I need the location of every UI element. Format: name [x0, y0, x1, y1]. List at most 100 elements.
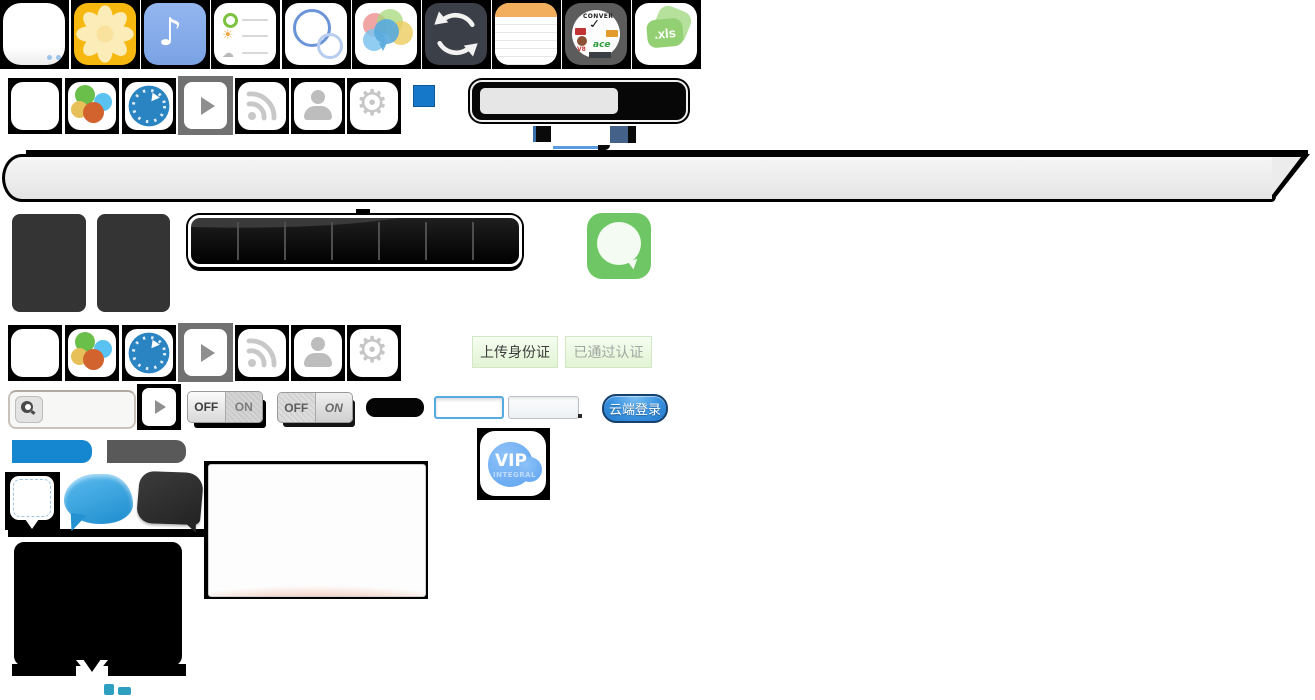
icon-slot: CONVER ✓ V8 ace: [562, 0, 631, 69]
icon-slot: ⚙: [347, 78, 401, 134]
brand-v8-text: V8: [577, 47, 586, 53]
fragment-black-edge: [628, 126, 636, 143]
cloud-login-label: 云端登录: [609, 399, 661, 418]
icon-slot: [8, 78, 62, 134]
toggle-on-label: ON: [315, 393, 353, 422]
keyboard-bar[interactable]: [188, 215, 522, 267]
notepad-icon[interactable]: [495, 3, 557, 65]
chat-bubbles-icon[interactable]: [355, 3, 417, 65]
text-input[interactable]: [508, 396, 579, 419]
icon-slot: [178, 323, 233, 382]
flower-icon: [74, 3, 136, 65]
globe-icon: [125, 82, 173, 130]
fragment-blue-line: [553, 146, 598, 149]
brand-collage-icon[interactable]: CONVER ✓ V8 ace: [565, 3, 627, 65]
blank-squircle-icon[interactable]: [11, 329, 59, 377]
play-small-button[interactable]: [142, 388, 176, 426]
popup-frame: [204, 461, 428, 599]
note-glyph: ♪: [158, 13, 182, 51]
icon-slot: [178, 76, 233, 135]
icon-slot: [122, 325, 176, 381]
play-triangle: [201, 344, 215, 362]
dot: [47, 55, 52, 60]
rss-icon[interactable]: [238, 329, 286, 377]
blue-swatch: [413, 85, 435, 107]
vip-badge-icon[interactable]: VIP INTEGRAL: [480, 431, 546, 496]
orange-ball: [83, 349, 104, 370]
blue-tag[interactable]: [12, 440, 92, 463]
verified-label: 已通过认证: [574, 342, 644, 362]
icon-slot: ⚙: [347, 325, 401, 381]
globe-ticks-icon[interactable]: [125, 329, 173, 377]
messages-green-icon[interactable]: [587, 213, 651, 279]
white-speech-bubble: [10, 476, 54, 520]
rss-glyph: [238, 329, 286, 377]
blank-squircle-icon[interactable]: [11, 82, 59, 130]
reminders-list-icon[interactable]: ☀ ☁: [214, 3, 276, 65]
sync-arrows-icon[interactable]: [425, 3, 487, 65]
search-field[interactable]: [8, 390, 136, 429]
popup-card: [208, 464, 426, 597]
icon-slot: [235, 78, 289, 134]
small-circle: [317, 33, 343, 59]
fragment-dot: [578, 414, 582, 418]
icon-slot: ♪: [141, 0, 210, 69]
dark-search-bar: [470, 80, 688, 122]
magnifier-handle: [31, 410, 36, 415]
divider: [425, 222, 427, 260]
cloud-login-button[interactable]: 云端登录: [602, 394, 668, 423]
photos-flower-icon[interactable]: [74, 3, 136, 65]
brand-chip-orange: [606, 30, 618, 37]
gear-icon[interactable]: ⚙: [350, 82, 398, 130]
toggle-switch-on[interactable]: OFF ON: [277, 392, 353, 423]
icon-slot: [235, 325, 289, 381]
divider: [378, 222, 380, 260]
ribbon-fold-inner: [1272, 157, 1301, 195]
vip-title: VIP: [495, 453, 527, 470]
text-input-focused[interactable]: [434, 396, 504, 419]
gear-icon[interactable]: ⚙: [350, 329, 398, 377]
icon-slot: [122, 78, 176, 134]
toggle-switch-off[interactable]: OFF ON: [187, 391, 263, 423]
divider: [472, 222, 474, 260]
refresh-icon: [425, 3, 487, 65]
gear-glyph: ⚙: [356, 86, 388, 122]
brand-monkey: [577, 36, 587, 46]
music-note-icon[interactable]: ♪: [144, 3, 206, 65]
icon-slot: [282, 0, 351, 69]
popup-peach-swoosh: [209, 566, 425, 596]
notepad-lines: [495, 17, 557, 65]
color-balls-icon[interactable]: [68, 82, 116, 130]
play-triangle: [201, 97, 215, 115]
globe-ticks-icon[interactable]: [125, 82, 173, 130]
play-triangle: [155, 400, 166, 414]
rss-glyph: [238, 82, 286, 130]
play-icon[interactable]: [184, 329, 227, 376]
contact-icon[interactable]: [294, 329, 342, 377]
play-icon[interactable]: [184, 82, 227, 129]
search-input[interactable]: [480, 88, 618, 114]
divider: [284, 222, 286, 260]
linked-circles-icon[interactable]: [285, 3, 347, 65]
rss-icon[interactable]: [238, 82, 286, 130]
upload-id-button[interactable]: 上传身份证: [472, 336, 558, 368]
cloud-bullet: ☁: [222, 47, 234, 59]
dashed-border: [13, 479, 51, 517]
color-balls-icon[interactable]: [68, 329, 116, 377]
contact-shoulders: [304, 353, 332, 367]
black-pill: [366, 398, 424, 417]
excel-xls-icon[interactable]: .xls: [635, 3, 697, 65]
contact-icon[interactable]: [294, 82, 342, 130]
verified-button[interactable]: 已通过认证: [565, 336, 652, 368]
gear-glyph: ⚙: [356, 333, 388, 369]
list-line: [242, 35, 268, 37]
upload-id-label: 上传身份证: [480, 342, 550, 362]
toggle-off-label: OFF: [278, 393, 315, 422]
blank-squircle-icon[interactable]: [3, 3, 65, 65]
bubble-slot: [5, 472, 60, 530]
globe-icon: [125, 329, 173, 377]
vip-subtitle: INTEGRAL: [493, 472, 536, 479]
icon-slot: ☀ ☁: [211, 0, 280, 69]
gray-tag[interactable]: [107, 440, 186, 463]
brand-chip-red: [575, 28, 586, 35]
